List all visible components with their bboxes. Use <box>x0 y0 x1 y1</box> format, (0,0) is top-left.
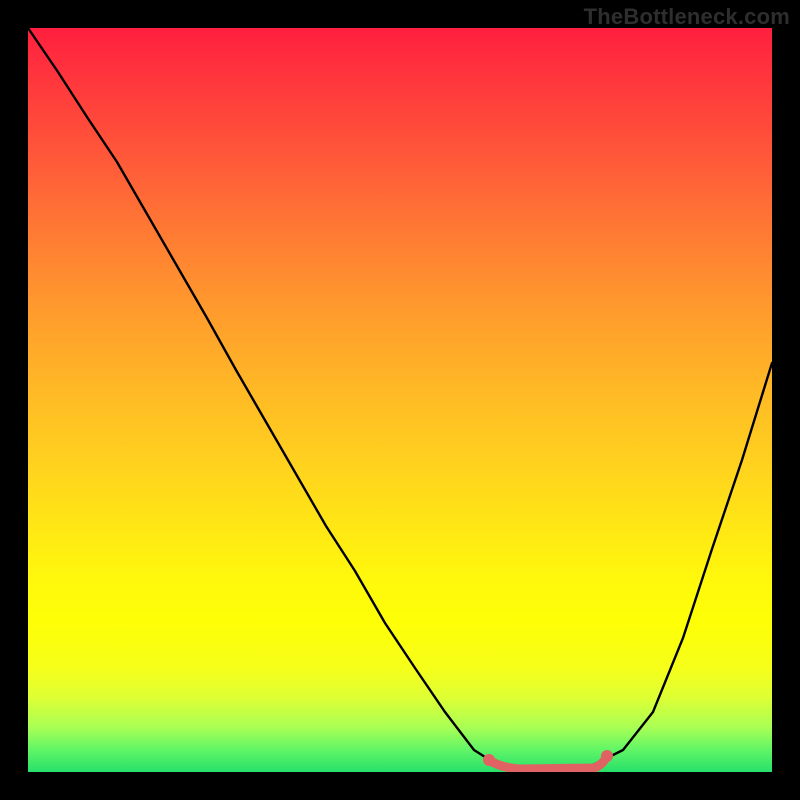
plot-area <box>28 28 772 772</box>
marker-segment <box>489 756 607 769</box>
chart-container: TheBottleneck.com <box>0 0 800 800</box>
chart-line <box>28 28 772 770</box>
watermark-text: TheBottleneck.com <box>584 4 790 30</box>
marker-start-dot <box>483 754 495 766</box>
marker-end-dot <box>601 750 613 762</box>
curve-svg <box>28 28 772 772</box>
